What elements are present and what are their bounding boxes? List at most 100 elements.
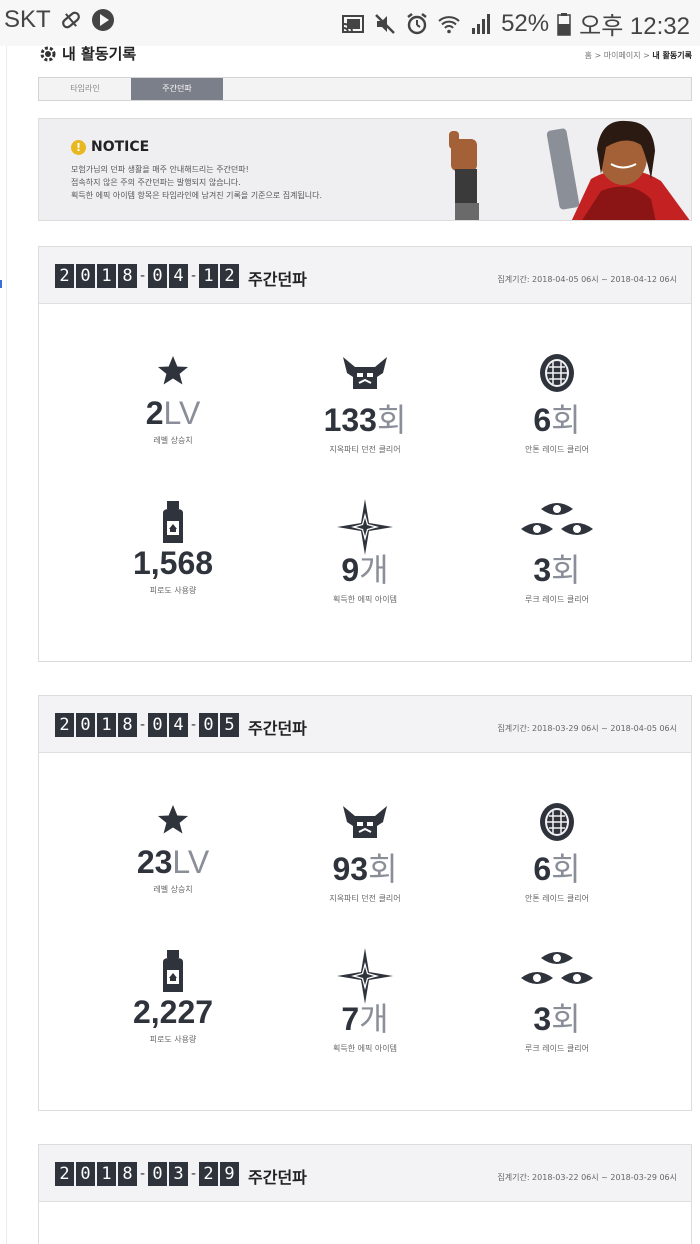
alarm-icon (407, 12, 427, 34)
stat-unit: 회 (368, 851, 398, 887)
date-digit: 1 (97, 264, 116, 288)
stat-epic-items: 9개 획득한 에픽 아이템 (265, 499, 465, 605)
date-separator: - (139, 268, 146, 284)
week-label: 주간던파 (248, 719, 307, 738)
date-digit: 2 (55, 1162, 74, 1186)
date-digit: 2 (199, 1162, 218, 1186)
date-digit: 0 (76, 1162, 95, 1186)
breadcrumb-mypage[interactable]: 마이페이지 (604, 51, 641, 60)
date-separator: - (139, 717, 146, 733)
stat-value: 2,227 (132, 994, 214, 1030)
stat-label: 안톤 레이드 클리어 (525, 894, 589, 903)
date-digit: 5 (220, 713, 239, 737)
stat-label: 지옥파티 던전 클리어 (329, 894, 401, 903)
week-card: 2 0 1 8 - 0 4 - 1 2 주간던파 집계기간: 2018-04-0… (38, 246, 692, 662)
week-date: 2 0 1 8 - 0 4 - 1 2 (55, 264, 241, 288)
stat-label: 레벨 상승치 (153, 436, 193, 445)
stat-label: 획득한 에픽 아이템 (333, 1044, 397, 1053)
week-period: 집계기간: 2018-04-05 06시 ~ 2018-04-12 06시 (497, 275, 677, 284)
tab-timeline[interactable]: 타임라인 (39, 78, 131, 100)
date-digit: 8 (118, 713, 137, 737)
demon-helmet-icon (343, 806, 387, 838)
stat-label: 피로도 사용량 (149, 586, 197, 595)
notice-line: 접속하지 않은 주의 주간던파는 발행되지 않습니다. (71, 178, 241, 187)
stat-unit: 회 (376, 402, 407, 438)
side-panel-marker (0, 280, 2, 288)
notice-title-text: NOTICE (91, 139, 150, 155)
stat-label: 루크 레이드 클리어 (525, 595, 589, 604)
luke-eyes-icon (521, 952, 593, 984)
stat-value: 9 (341, 552, 360, 588)
week-period: 집계기간: 2018-03-22 06시 ~ 2018-03-29 06시 (497, 1173, 677, 1182)
date-digit: 0 (199, 713, 218, 737)
stat-value: 23 (136, 844, 173, 880)
date-digit: 0 (148, 264, 167, 288)
star-icon (158, 805, 188, 834)
date-digit: 2 (55, 713, 74, 737)
tab-weekly[interactable]: 주간던파 (131, 78, 223, 100)
star-icon (158, 356, 188, 385)
anton-shell-icon (540, 354, 574, 392)
stat-value: 7 (341, 1001, 360, 1037)
date-digit: 1 (97, 1162, 116, 1186)
date-digit: 1 (97, 713, 116, 737)
stat-luke-raid: 3회 루크 레이드 클리어 (457, 499, 657, 605)
date-digit: 0 (148, 713, 167, 737)
date-separator: - (190, 268, 197, 284)
date-digit: 1 (199, 264, 218, 288)
week-card: 2 0 1 8 - 0 3 - 2 9 주간던파 집계기간: 2018-03-2… (38, 1144, 692, 1244)
anton-shell-icon (540, 803, 574, 841)
week-label: 주간던파 (248, 270, 307, 289)
date-digit: 0 (76, 713, 95, 737)
notice-box: ! NOTICE 모험가님의 던파 생활을 매주 안내해드리는 주간던파! 접속… (38, 118, 692, 221)
stat-label: 지옥파티 던전 클리어 (329, 445, 401, 454)
date-digit: 0 (148, 1162, 167, 1186)
tab-bar: 타임라인 주간던파 (38, 77, 692, 101)
date-digit: 8 (118, 1162, 137, 1186)
stat-unit: 회 (551, 1001, 581, 1037)
gear-icon (40, 46, 56, 61)
date-digit: 0 (76, 264, 95, 288)
stat-luke-raid: 3회 루크 레이드 클리어 (457, 948, 657, 1054)
date-separator: - (190, 717, 197, 733)
date-digit: 2 (220, 264, 239, 288)
side-panel-edge (0, 46, 7, 1244)
stat-value: 6 (533, 402, 552, 438)
date-digit: 9 (220, 1162, 239, 1186)
page-header: 내 활동기록 홈 > 마이페이지 > 내 활동기록 (38, 40, 692, 70)
luke-eyes-icon (521, 503, 593, 535)
stat-label: 피로도 사용량 (149, 1035, 197, 1044)
stat-value: 1,568 (132, 545, 214, 581)
battery-icon (557, 12, 571, 36)
breadcrumb-current: 내 활동기록 (652, 51, 692, 60)
week-card: 2 0 1 8 - 0 4 - 0 5 주간던파 집계기간: 2018-03-2… (38, 695, 692, 1111)
stat-unit: 개 (359, 1001, 389, 1037)
character-illustration (449, 119, 691, 220)
potion-bottle-icon (163, 950, 183, 992)
signal-icon (472, 13, 491, 34)
carrier-label: SKT (4, 6, 51, 33)
stat-anton-raid: 6회 안톤 레이드 클리어 (457, 802, 657, 904)
breadcrumb-home[interactable]: 홈 (585, 51, 592, 60)
stat-value: 3 (533, 552, 552, 588)
date-digit: 4 (169, 264, 188, 288)
pill-icon (61, 11, 80, 29)
stat-unit: LV (172, 844, 210, 880)
stat-unit: 회 (551, 402, 581, 438)
date-digit: 2 (55, 264, 74, 288)
stat-label: 안톤 레이드 클리어 (525, 445, 589, 454)
status-right: 52% 오후 12:32 (341, 6, 690, 41)
stat-fatigue: 1,568 피로도 사용량 (73, 499, 273, 596)
stat-label: 루크 레이드 클리어 (525, 1044, 589, 1053)
breadcrumb: 홈 > 마이페이지 > 내 활동기록 (584, 51, 692, 60)
stat-unit: 회 (551, 851, 581, 887)
week-header: 2 0 1 8 - 0 3 - 2 9 주간던파 집계기간: 2018-03-2… (39, 1145, 691, 1202)
battery-percent: 52% (501, 9, 550, 37)
cast-icon (342, 14, 365, 33)
stat-unit: LV (163, 395, 201, 431)
stat-level: 2LV 레벨 상승치 (73, 353, 273, 446)
notice-line: 획득한 에픽 아이템 항목은 타임라인에 남겨진 기록을 기준으로 집계됩니다. (71, 191, 323, 200)
week-header: 2 0 1 8 - 0 4 - 0 5 주간던파 집계기간: 2018-03-2… (39, 696, 691, 753)
stat-label: 레벨 상승치 (153, 885, 193, 894)
week-date: 2 0 1 8 - 0 4 - 0 5 (55, 713, 241, 737)
